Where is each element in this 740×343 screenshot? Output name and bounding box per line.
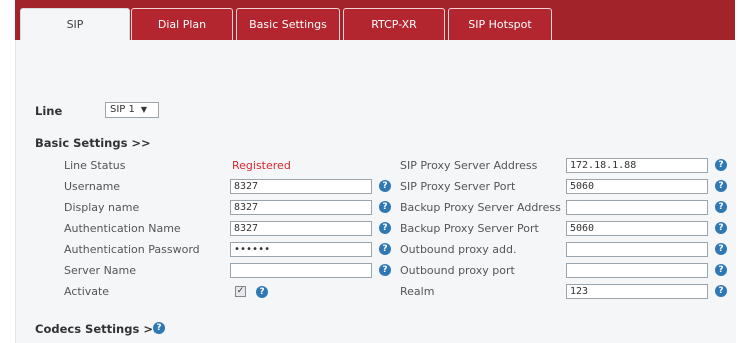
tab-sip-hotspot[interactable]: SIP Hotspot [448, 8, 552, 40]
auth-name-input[interactable]: 8327 [230, 221, 372, 236]
proxy-port-input[interactable]: 5060 [566, 179, 708, 194]
proxy-address-input[interactable]: 172.18.1.88 [566, 158, 708, 173]
tab-dial-plan[interactable]: Dial Plan [131, 8, 233, 40]
help-icon[interactable]: ? [256, 286, 268, 298]
server-name-label: Server Name [64, 264, 137, 277]
backup-address-input[interactable] [566, 200, 708, 215]
tab-bar: SIP Dial Plan Basic Settings RTCP-XR SIP… [15, 0, 735, 41]
backup-address-label: Backup Proxy Server Address [400, 201, 561, 214]
proxy-port-label: SIP Proxy Server Port [400, 180, 516, 193]
line-label: Line [35, 104, 63, 118]
basic-settings-title[interactable]: Basic Settings >> [35, 136, 151, 150]
help-icon[interactable]: ? [153, 322, 165, 334]
proxy-address-label: SIP Proxy Server Address [400, 159, 538, 172]
realm-label: Realm [400, 285, 435, 298]
auth-password-label: Authentication Password [64, 243, 200, 256]
outbound-port-input[interactable] [566, 263, 708, 278]
activate-checkbox[interactable]: ✓ [235, 286, 246, 297]
outbound-add-label: Outbound proxy add. [400, 243, 517, 256]
help-icon[interactable]: ? [715, 222, 727, 234]
tab-basic-settings[interactable]: Basic Settings [236, 8, 340, 40]
auth-password-input[interactable]: •••••• [230, 242, 372, 257]
codecs-settings-title[interactable]: Codecs Settings >> [35, 322, 163, 336]
display-name-input[interactable]: 8327 [230, 200, 372, 215]
username-label: Username [64, 180, 121, 193]
auth-name-label: Authentication Name [64, 222, 181, 235]
backup-port-label: Backup Proxy Server Port [400, 222, 539, 235]
help-icon[interactable]: ? [715, 285, 727, 297]
help-icon[interactable]: ? [715, 243, 727, 255]
line-select[interactable]: SIP 1 ▼ [105, 102, 159, 118]
help-icon[interactable]: ? [379, 222, 391, 234]
help-icon[interactable]: ? [715, 201, 727, 213]
line-select-value: SIP 1 [110, 104, 135, 115]
activate-label: Activate [64, 285, 110, 298]
help-icon[interactable]: ? [715, 159, 727, 171]
help-icon[interactable]: ? [715, 264, 727, 276]
realm-input[interactable]: 123 [566, 284, 708, 299]
backup-port-input[interactable]: 5060 [566, 221, 708, 236]
help-icon[interactable]: ? [379, 243, 391, 255]
tab-sip[interactable]: SIP [20, 8, 130, 40]
line-status-value: Registered [232, 159, 291, 172]
display-name-label: Display name [64, 201, 140, 214]
outbound-port-label: Outbound proxy port [400, 264, 515, 277]
server-name-input[interactable] [230, 263, 372, 278]
help-icon[interactable]: ? [379, 180, 391, 192]
line-status-label: Line Status [64, 159, 126, 172]
tab-rtcp-xr[interactable]: RTCP-XR [343, 8, 445, 40]
chevron-down-icon: ▼ [140, 105, 148, 114]
help-icon[interactable]: ? [379, 201, 391, 213]
help-icon[interactable]: ? [715, 180, 727, 192]
help-icon[interactable]: ? [379, 264, 391, 276]
username-input[interactable]: 8327 [230, 179, 372, 194]
outbound-add-input[interactable] [566, 242, 708, 257]
